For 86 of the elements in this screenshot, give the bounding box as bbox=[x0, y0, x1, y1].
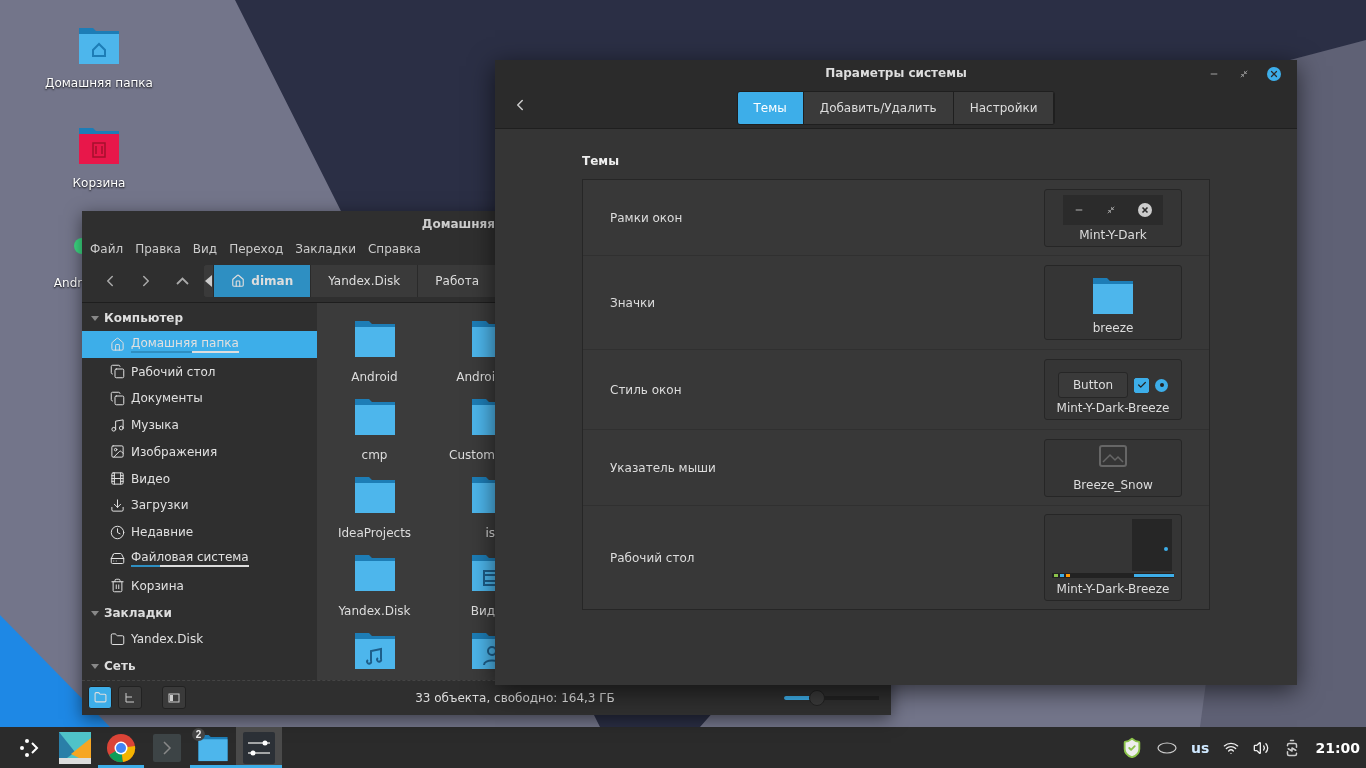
file-name[interactable]: Android bbox=[351, 369, 398, 384]
view-button[interactable] bbox=[88, 686, 112, 710]
triangle-left-icon bbox=[204, 275, 213, 288]
app-launcher[interactable]: 2 bbox=[190, 727, 236, 768]
image-icon bbox=[110, 444, 125, 460]
chevron-up-icon bbox=[175, 277, 189, 286]
tab[interactable]: Добавить/Удалить bbox=[803, 92, 954, 124]
panel-icon bbox=[168, 691, 180, 704]
home-icon bbox=[231, 274, 246, 289]
theme-preview-button[interactable]: Mint-Y-Dark-Breeze bbox=[1044, 514, 1182, 601]
pages-icon bbox=[110, 364, 125, 379]
section-heading: Компьютер bbox=[104, 310, 184, 325]
terminal-icon bbox=[153, 733, 181, 762]
setting-label: Указатель мыши bbox=[610, 460, 716, 475]
sidebar-item[interactable]: Музыка bbox=[82, 411, 317, 439]
close-icon bbox=[1269, 69, 1279, 79]
view-button[interactable] bbox=[162, 686, 186, 710]
status-text: 33 объекта, свободно: 164,3 ГБ bbox=[414, 690, 616, 705]
section-heading: Сеть bbox=[104, 659, 136, 674]
oval-logo-icon[interactable] bbox=[1157, 741, 1178, 754]
setting-label: Стиль окон bbox=[610, 382, 682, 397]
app-icon bbox=[74, 238, 82, 254]
film-icon bbox=[110, 471, 125, 487]
section-heading: Темы bbox=[582, 154, 620, 168]
folder-icon bbox=[93, 691, 107, 705]
image-placeholder-icon bbox=[1099, 444, 1127, 469]
scroll-left-button[interactable] bbox=[204, 265, 215, 298]
sample-button: Button bbox=[1057, 372, 1129, 398]
section-heading: Закладки bbox=[104, 605, 172, 620]
tree-icon bbox=[124, 691, 136, 704]
tab[interactable]: Настройки bbox=[953, 92, 1055, 124]
desktop-icon-label[interactable]: Корзина bbox=[72, 176, 126, 190]
file-name[interactable]: Вид bbox=[470, 603, 495, 618]
menu-item[interactable]: Переход bbox=[229, 241, 284, 256]
window-title: Домашняя bbox=[421, 216, 495, 231]
file-name[interactable]: is bbox=[485, 525, 495, 540]
count-badge: 2 bbox=[192, 728, 205, 741]
pages-icon bbox=[110, 390, 125, 406]
keyboard-layout[interactable]: us bbox=[1191, 739, 1210, 756]
restore-icon bbox=[1240, 70, 1248, 78]
sidebar-item[interactable]: Рабочий стол bbox=[82, 358, 317, 385]
kite-icon bbox=[59, 731, 91, 764]
app-launcher[interactable] bbox=[236, 727, 282, 768]
close-icon bbox=[1137, 202, 1152, 217]
home-icon bbox=[110, 337, 125, 353]
sidebar-item[interactable]: Yandex.Disk bbox=[82, 625, 317, 653]
music-note-icon bbox=[110, 417, 125, 433]
file-name[interactable]: cmp bbox=[361, 447, 388, 462]
download-icon bbox=[110, 497, 125, 513]
theme-preview-button[interactable]: Breeze_Snow bbox=[1044, 438, 1182, 497]
menu-item[interactable]: Файл bbox=[90, 241, 124, 256]
file-name[interactable]: IdeaProjects bbox=[337, 525, 412, 540]
sidebar-item[interactable]: Изображения bbox=[82, 438, 317, 466]
sidebar-item[interactable]: Файловая система bbox=[82, 545, 317, 573]
desktop-icon-label[interactable]: Домашняя папка bbox=[45, 76, 153, 90]
menu-item[interactable]: Вид bbox=[192, 241, 218, 256]
restore-icon bbox=[1107, 205, 1115, 214]
setting-label: Рамки окон bbox=[610, 210, 683, 225]
theme-preview-button[interactable]: Mint-Y-Dark bbox=[1044, 188, 1182, 247]
file-name[interactable]: Custom bbox=[449, 447, 495, 462]
sidebar-item[interactable]: Загрузки bbox=[82, 492, 317, 519]
sidebar-item[interactable]: Недавние bbox=[82, 518, 317, 546]
view-button[interactable] bbox=[118, 686, 142, 710]
dots-arrow-icon bbox=[18, 736, 40, 759]
file-name[interactable]: Androi bbox=[456, 369, 495, 384]
sliders-icon bbox=[243, 731, 275, 764]
folder-icon bbox=[110, 631, 125, 647]
setting-label: Рабочий стол bbox=[610, 550, 695, 565]
menu-item[interactable]: Правка bbox=[135, 241, 181, 256]
menu-item[interactable]: Закладки bbox=[295, 241, 356, 256]
sidebar-item[interactable]: Документы bbox=[82, 384, 317, 412]
menu-item[interactable]: Справка bbox=[368, 241, 421, 256]
clock[interactable]: 21:00 bbox=[1315, 739, 1360, 756]
desktop-icon-label[interactable]: Andr bbox=[53, 276, 83, 290]
setting-label: Значки bbox=[610, 295, 656, 310]
file-name[interactable]: Yandex.Disk bbox=[338, 603, 411, 618]
volume-icon[interactable] bbox=[1253, 739, 1270, 756]
clock-icon bbox=[110, 524, 125, 540]
sidebar-item[interactable]: Корзина bbox=[82, 572, 317, 600]
trash-icon bbox=[110, 578, 125, 594]
theme-preview-button[interactable]: breeze bbox=[1044, 265, 1182, 340]
window-title: Параметры системы bbox=[825, 66, 967, 80]
browser-icon bbox=[106, 732, 136, 763]
theme-preview-button[interactable]: Button Mint-Y-Dark-Breeze bbox=[1044, 359, 1182, 420]
sidebar-item[interactable]: Видео bbox=[82, 465, 317, 493]
drive-icon bbox=[110, 551, 125, 567]
